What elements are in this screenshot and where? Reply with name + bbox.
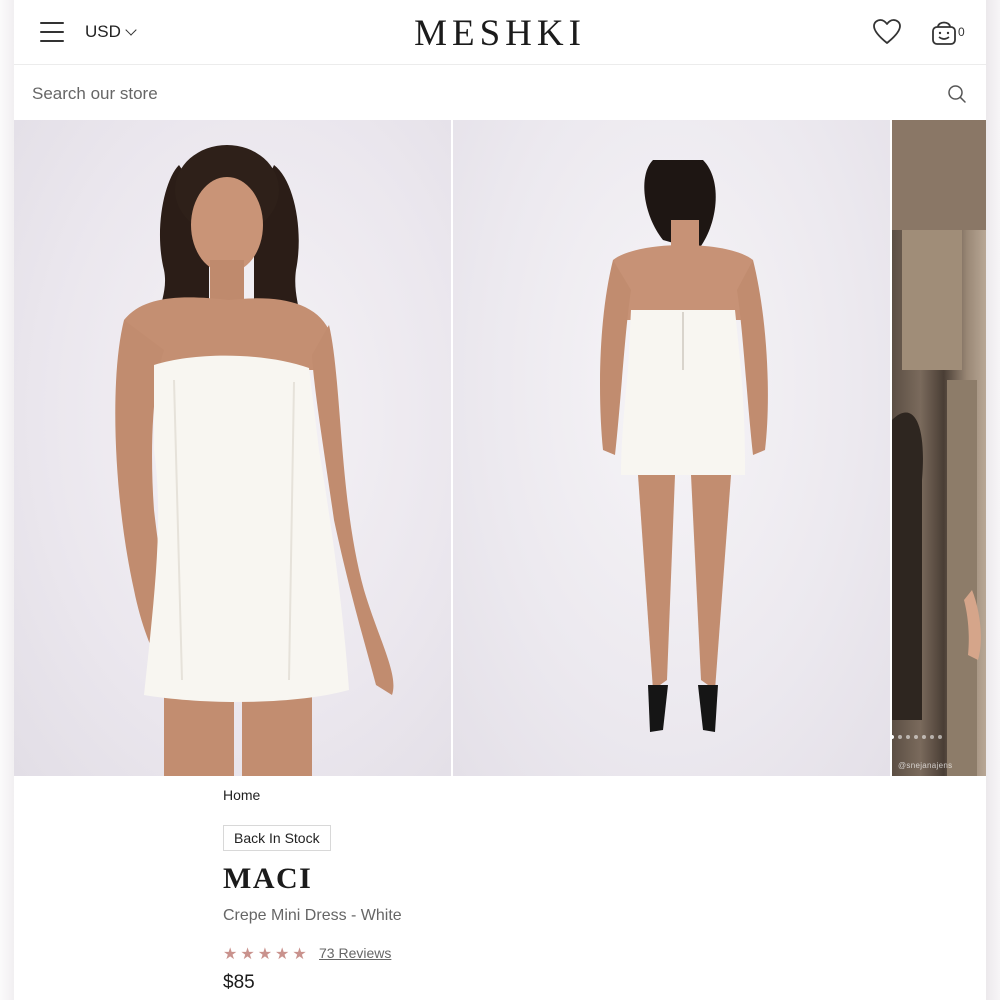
star-icon: ★ <box>257 946 273 963</box>
star-icon: ★ <box>275 946 290 963</box>
product-image-gallery[interactable] <box>14 120 986 776</box>
rating-stars[interactable]: ★ ★ ★ ★ ★ <box>223 944 307 964</box>
search-icon[interactable] <box>947 84 967 104</box>
gallery-dot[interactable] <box>906 735 910 739</box>
page-edge-left <box>0 0 14 1000</box>
cart-count: 0 <box>958 25 965 39</box>
breadcrumb-home-link[interactable]: Home <box>223 787 260 803</box>
product-image-lifestyle[interactable] <box>892 120 986 776</box>
gallery-dot[interactable] <box>930 735 934 739</box>
gallery-pagination <box>890 735 942 739</box>
gallery-dot[interactable] <box>922 735 926 739</box>
search-bar <box>14 66 986 120</box>
site-header: USD MESHKI 0 <box>14 0 986 65</box>
photo-credit: @snejanajens <box>898 761 953 770</box>
search-input[interactable] <box>32 80 922 108</box>
brand-logo[interactable]: MESHKI <box>14 12 986 55</box>
product-image-back[interactable] <box>453 120 890 776</box>
star-icon: ★ <box>223 946 238 963</box>
gallery-dot[interactable] <box>898 735 902 739</box>
product-subtitle: Crepe Mini Dress - White <box>223 907 402 924</box>
back-in-stock-badge: Back In Stock <box>223 825 331 851</box>
star-icon: ★ <box>240 946 255 963</box>
gallery-dot[interactable] <box>890 735 894 739</box>
product-price: $85 <box>223 972 255 993</box>
gallery-dot[interactable] <box>914 735 918 739</box>
gallery-dot[interactable] <box>938 735 942 739</box>
wishlist-heart-icon[interactable] <box>872 18 902 46</box>
product-image-front[interactable] <box>14 120 451 776</box>
cart-bag-icon[interactable] <box>930 17 958 47</box>
page-edge-right <box>986 0 1000 1000</box>
brand-logo-text: MESHKI <box>414 13 586 54</box>
star-icon: ★ <box>292 946 307 963</box>
reviews-link[interactable]: 73 Reviews <box>319 945 391 961</box>
product-title: MACI <box>223 862 313 895</box>
